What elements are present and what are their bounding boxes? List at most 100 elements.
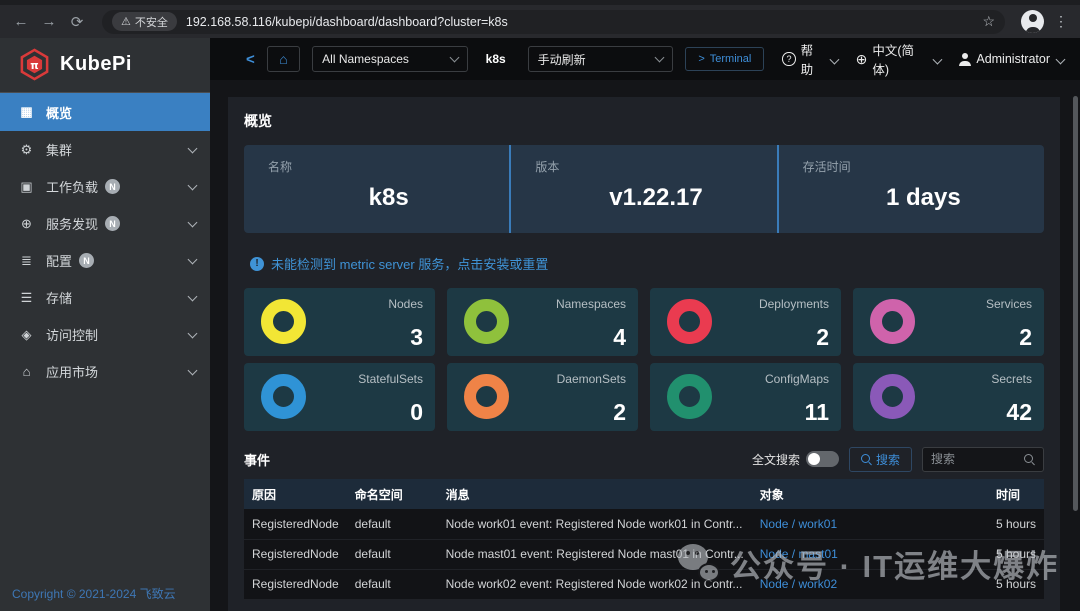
- metric-server-warning-link[interactable]: 未能检测到 metric server 服务，点击安装或重置: [271, 254, 548, 273]
- sidebar: π KubePi ▦ 概览 ⚙ 集群 ▣ 工作负载 N ⊕ 服务发现 N ≣ 配…: [0, 38, 210, 611]
- fulltext-search-toggle[interactable]: [805, 451, 839, 467]
- object-link[interactable]: Node / mast01: [760, 547, 838, 561]
- cell-namespace: default: [346, 569, 438, 600]
- donut-ring-icon: [261, 299, 306, 344]
- events-title: 事件: [244, 452, 271, 468]
- help-menu[interactable]: ? 帮助: [782, 40, 840, 78]
- new-badge: N: [105, 179, 121, 194]
- security-chip[interactable]: ⚠ 不安全: [112, 12, 177, 31]
- help-label: 帮助: [800, 44, 814, 77]
- column-header-time: 时间: [987, 479, 1044, 509]
- stat-value: 3: [410, 324, 423, 350]
- cell-message: Node work01 event: Registered Node work0…: [437, 509, 752, 540]
- sidebar-item-storage[interactable]: ☰ 存储: [0, 279, 210, 316]
- sidebar-item-workloads[interactable]: ▣ 工作负载 N: [0, 168, 210, 205]
- warning-triangle-icon: ⚠: [121, 16, 131, 28]
- stat-card-statefulsets[interactable]: StatefulSets 0: [244, 363, 435, 431]
- stat-card-nodes[interactable]: Nodes 3: [244, 288, 435, 356]
- sidebar-item-label: 集群: [46, 143, 73, 158]
- terminal-label: Terminal: [709, 53, 752, 65]
- search-input[interactable]: [931, 452, 1024, 466]
- events-table-header-row: 原因 命名空间 消息 对象 时间: [244, 479, 1044, 509]
- stat-card-services[interactable]: Services 2: [853, 288, 1044, 356]
- stat-label: StatefulSets: [358, 372, 423, 386]
- donut-ring-icon: [667, 299, 712, 344]
- sidebar-item-service-discovery[interactable]: ⊕ 服务发现 N: [0, 205, 210, 242]
- stat-label: Secrets: [991, 372, 1032, 386]
- sidebar-item-access-control[interactable]: ◈ 访问控制: [0, 316, 210, 353]
- stat-card-secrets[interactable]: Secrets 42: [853, 363, 1044, 431]
- cell-time: 5 hours: [987, 539, 1044, 570]
- object-link[interactable]: Node / work01: [760, 517, 837, 531]
- language-label: 中文(简体): [872, 44, 914, 77]
- collapse-sidebar-icon[interactable]: <: [246, 51, 255, 68]
- browser-menu-icon[interactable]: ⋮: [1054, 13, 1068, 30]
- browser-reload-icon[interactable]: ⟳: [68, 13, 86, 31]
- stat-card-daemonsets[interactable]: DaemonSets 2: [447, 363, 638, 431]
- search-icon: [860, 453, 872, 465]
- chevron-down-icon: [1055, 54, 1066, 64]
- home-button[interactable]: ⌂: [266, 46, 301, 72]
- sidebar-item-label: 配置: [46, 254, 73, 269]
- config-file-icon: ≣: [21, 252, 32, 268]
- user-label: Administrator: [976, 52, 1050, 66]
- sidebar-item-label: 应用市场: [46, 365, 99, 380]
- browser-back-icon[interactable]: ←: [12, 13, 30, 30]
- browser-forward-icon[interactable]: →: [40, 13, 58, 30]
- metric-server-warning[interactable]: ! 未能检测到 metric server 服务，点击安装或重置: [250, 254, 1044, 273]
- sidebar-item-config[interactable]: ≣ 配置 N: [0, 242, 210, 279]
- stat-card-configmaps[interactable]: ConfigMaps 11: [650, 363, 841, 431]
- object-link[interactable]: Node / work02: [760, 577, 837, 591]
- app-topbar: < ⌂ All Namespaces k8s 手动刷新 > Terminal ?: [210, 38, 1080, 80]
- browser-profile-avatar[interactable]: [1021, 10, 1044, 33]
- vertical-scrollbar[interactable]: [1073, 96, 1078, 511]
- donut-ring-icon: [464, 299, 509, 344]
- stat-card-namespaces[interactable]: Namespaces 4: [447, 288, 638, 356]
- terminal-button[interactable]: > Terminal: [685, 47, 765, 71]
- language-menu[interactable]: ⊕ 中文(简体): [855, 40, 942, 78]
- chevron-down-icon: [187, 143, 198, 153]
- refresh-selected-value: 手动刷新: [537, 52, 586, 67]
- url-text[interactable]: 192.168.58.116/kubepi/dashboard/dashboar…: [186, 15, 983, 29]
- cluster-name: k8s: [485, 52, 506, 66]
- stat-label: Services: [985, 297, 1032, 311]
- home-icon: ⌂: [279, 51, 288, 67]
- help-question-icon: ?: [782, 52, 796, 66]
- sidebar-item-label: 存储: [46, 291, 73, 306]
- search-button[interactable]: 搜索: [848, 446, 912, 472]
- cell-time: 5 hours: [987, 509, 1044, 540]
- table-row: RegisteredNode default Node work01 event…: [244, 509, 1044, 540]
- namespace-selected-value: All Namespaces: [322, 52, 409, 66]
- address-bar[interactable]: ⚠ 不安全 192.168.58.116/kubepi/dashboard/da…: [102, 9, 1005, 34]
- donut-ring-icon: [464, 374, 509, 419]
- stat-label: DaemonSets: [556, 372, 626, 386]
- summary-value: k8s: [368, 184, 409, 211]
- sidebar-item-cluster[interactable]: ⚙ 集群: [0, 131, 210, 168]
- stat-value: 2: [1019, 324, 1032, 350]
- sidebar-item-label: 概览: [46, 105, 73, 121]
- cluster-gear-icon: ⚙: [20, 141, 33, 157]
- app-shell: π KubePi ▦ 概览 ⚙ 集群 ▣ 工作负载 N ⊕ 服务发现 N ≣ 配…: [0, 38, 1080, 611]
- user-menu[interactable]: Administrator: [958, 52, 1066, 66]
- bookmark-star-icon[interactable]: ☆: [982, 13, 995, 30]
- chevron-down-icon: [187, 180, 198, 190]
- stat-value: 0: [410, 399, 423, 425]
- terminal-prompt-icon: >: [698, 53, 705, 65]
- stat-value: 42: [1006, 399, 1032, 425]
- column-header-reason: 原因: [244, 479, 347, 509]
- summary-uptime-section: 存活时间 1 days: [776, 145, 1044, 233]
- database-icon: ☰: [20, 289, 33, 305]
- info-icon: !: [250, 256, 264, 271]
- namespace-select[interactable]: All Namespaces: [312, 46, 468, 72]
- stat-card-deployments[interactable]: Deployments 2: [650, 288, 841, 356]
- chevron-down-icon: [187, 365, 198, 375]
- cell-reason: RegisteredNode: [244, 539, 347, 570]
- svg-text:π: π: [30, 58, 38, 71]
- stat-label: Deployments: [758, 297, 829, 311]
- language-globe-icon: ⊕: [855, 51, 868, 67]
- sidebar-item-app-market[interactable]: ⌂ 应用市场: [0, 353, 210, 390]
- donut-ring-icon: [870, 299, 915, 344]
- refresh-mode-select[interactable]: 手动刷新: [527, 46, 674, 72]
- user-person-icon: [958, 53, 971, 66]
- sidebar-item-overview[interactable]: ▦ 概览: [0, 93, 210, 131]
